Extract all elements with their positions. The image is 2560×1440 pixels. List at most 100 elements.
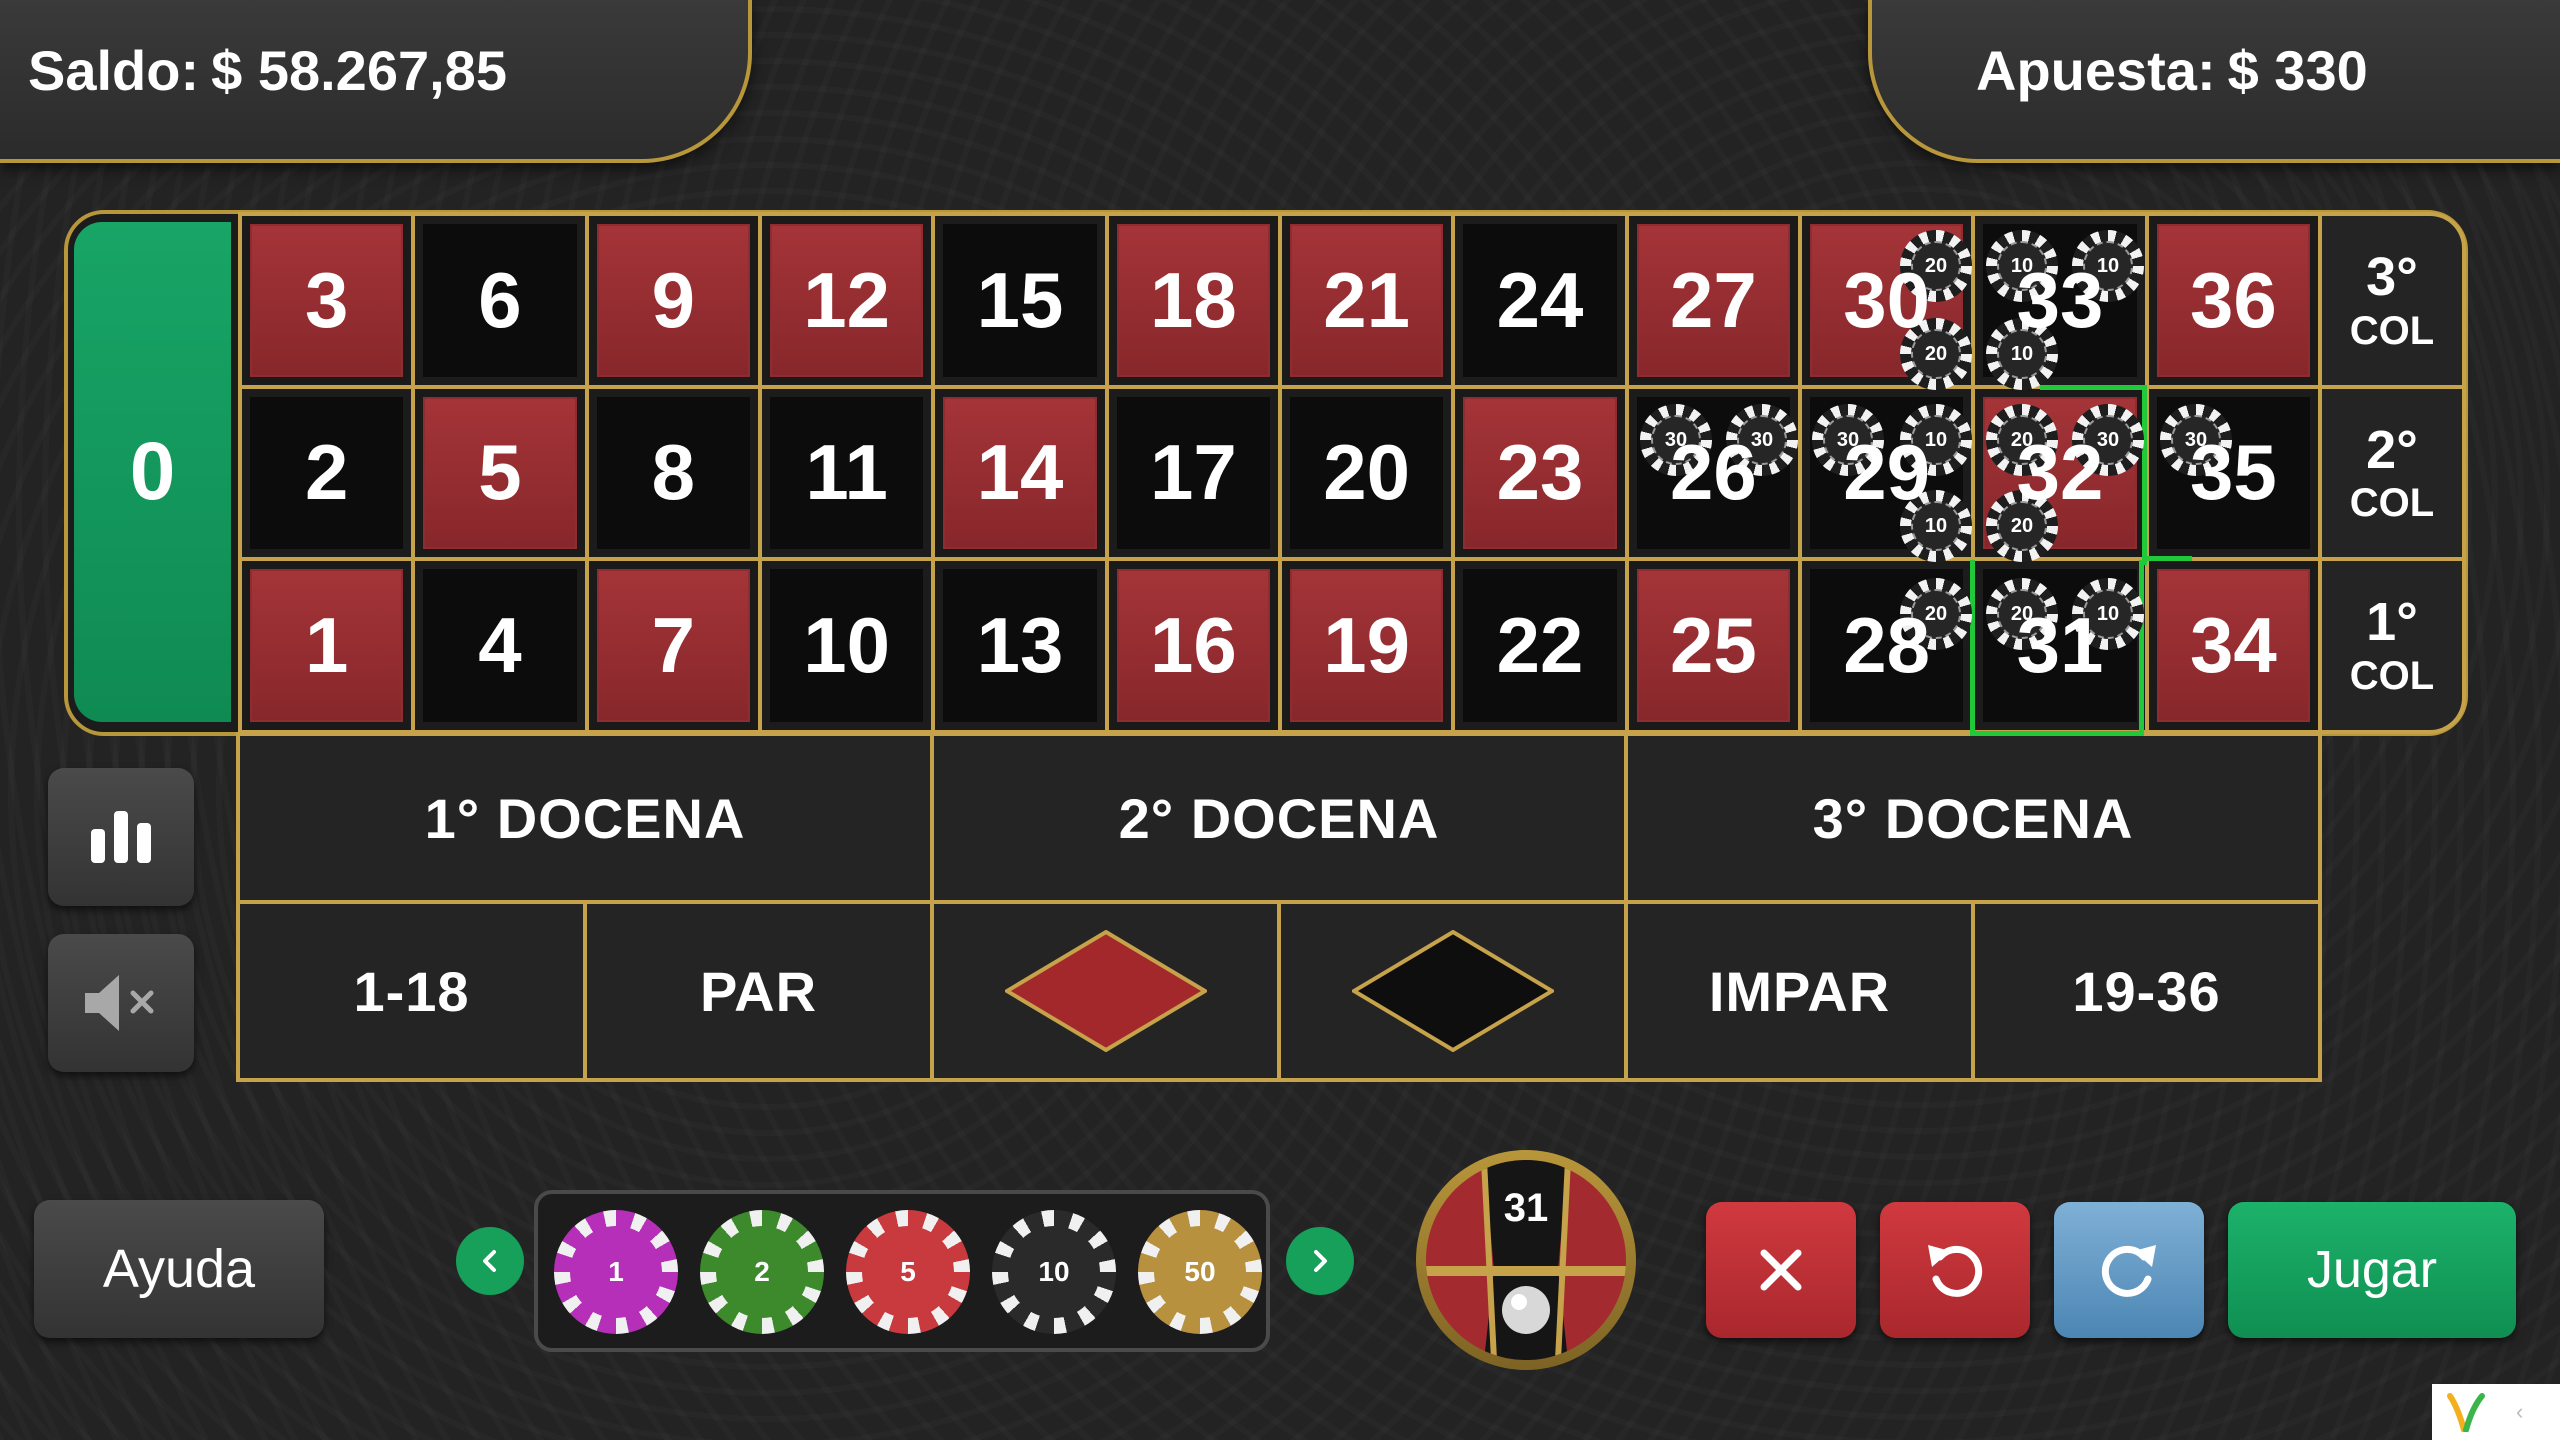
bet-zero[interactable]: 0	[74, 222, 231, 722]
placed-chip-value: 30	[1750, 428, 1774, 451]
chips-next-button[interactable]	[1286, 1227, 1354, 1295]
help-button[interactable]: Ayuda	[34, 1200, 324, 1338]
number-label: 25	[1669, 601, 1757, 690]
bet-high[interactable]: 19-36	[1975, 904, 2318, 1078]
bet-number-25[interactable]: 25	[1628, 561, 1798, 730]
chips-prev-button[interactable]	[456, 1227, 524, 1295]
bet-number-9[interactable]: 9	[588, 216, 758, 385]
bet-number-7[interactable]: 7	[588, 561, 758, 730]
bet-number-34[interactable]: 34	[2148, 561, 2318, 730]
number-label: 3	[304, 255, 349, 344]
bet-number-12[interactable]: 12	[761, 216, 932, 385]
undo-button[interactable]	[1880, 1202, 2030, 1338]
bet-number-8[interactable]: 8	[588, 388, 758, 558]
number-label: 36	[2189, 255, 2277, 344]
bet-black[interactable]	[1281, 904, 1624, 1078]
number-label: 28	[1843, 601, 1931, 690]
bet-number-11[interactable]: 11	[761, 388, 932, 558]
speaker-muted-icon	[85, 975, 154, 1031]
bet-dozen-1[interactable]: 1° DOCENA	[240, 736, 930, 900]
bet-number-2[interactable]: 2	[242, 388, 412, 558]
bet-number-20[interactable]: 20	[1281, 388, 1452, 558]
chip-5[interactable]: 5	[846, 1210, 970, 1334]
bet-number-22[interactable]: 22	[1455, 561, 1625, 730]
number-label: 20	[1323, 428, 1411, 517]
last-result-wheel: 31	[1416, 1150, 1636, 1370]
placed-chip-value: 30	[2184, 428, 2208, 451]
number-label: 22	[1496, 601, 1584, 690]
column-1-label: COL	[2349, 654, 2435, 698]
number-label: 9	[651, 255, 696, 344]
bet-red[interactable]	[934, 904, 1277, 1078]
chip-1[interactable]: 1	[554, 1210, 678, 1334]
placed-chip-value: 20	[1924, 602, 1948, 625]
bet-number-17[interactable]: 17	[1108, 388, 1278, 558]
column-bets: 3° COL 2° COL 1° COL	[2322, 212, 2466, 734]
placed-chip-value: 10	[2096, 254, 2120, 277]
bet-column-1[interactable]: 1° COL	[2322, 561, 2462, 730]
column-2-number: 2°	[2366, 419, 2418, 480]
placed-chip-value: 20	[2010, 514, 2034, 537]
bet-number-18[interactable]: 18	[1108, 216, 1278, 385]
bar-chart-icon	[91, 811, 151, 863]
chip-50[interactable]: 50	[1138, 1210, 1262, 1334]
number-label: 5	[478, 428, 522, 517]
clear-bets-button[interactable]	[1706, 1202, 1856, 1338]
bet-number-1[interactable]: 1	[242, 561, 412, 730]
balance-display: Saldo: $ 58.267,85	[28, 38, 507, 103]
bet-dozen-2[interactable]: 2° DOCENA	[934, 736, 1624, 900]
bet-column-3[interactable]: 3° COL	[2322, 216, 2462, 385]
bet-even[interactable]: PAR	[587, 904, 930, 1078]
bet-column-2[interactable]: 2° COL	[2322, 388, 2462, 558]
bet-number-27[interactable]: 27	[1628, 216, 1798, 385]
statistics-button[interactable]	[48, 768, 194, 906]
number-label: 11	[805, 428, 888, 517]
bet-odd[interactable]: IMPAR	[1628, 904, 1971, 1078]
placed-chip-value: 10	[1924, 514, 1948, 537]
chip-2[interactable]: 2	[700, 1210, 824, 1334]
number-label: 13	[976, 601, 1064, 690]
mute-button[interactable]	[48, 934, 194, 1072]
bet-number-24[interactable]: 24	[1455, 216, 1625, 385]
dozen-bets: 1° DOCENA 2° DOCENA 3° DOCENA	[236, 732, 2322, 904]
number-label: 21	[1323, 255, 1411, 344]
bet-highlight-edge	[2142, 385, 2147, 565]
number-label: 24	[1496, 255, 1584, 344]
placed-chip-value: 10	[1924, 428, 1948, 451]
bet-number-23[interactable]: 23	[1455, 388, 1625, 558]
balance-value: $ 58.267,85	[211, 39, 507, 102]
placed-chip-value: 10	[2010, 254, 2034, 277]
bet-number-13[interactable]: 13	[935, 561, 1105, 730]
bet-highlight-edge	[2040, 385, 2146, 390]
chip-value: 2	[754, 1256, 770, 1287]
bet-low[interactable]: 1-18	[240, 904, 583, 1078]
number-label: 14	[976, 428, 1064, 517]
corner-widget[interactable]: ‹	[2432, 1384, 2560, 1440]
wheel-pocket: 31	[1426, 1160, 1626, 1360]
bet-number-4[interactable]: 4	[415, 561, 585, 730]
balance-label: Saldo:	[28, 39, 200, 102]
collapse-chevron-icon: ‹	[2516, 1399, 2524, 1424]
bet-number-16[interactable]: 16	[1108, 561, 1278, 730]
bet-dozen-3[interactable]: 3° DOCENA	[1628, 736, 2318, 900]
bet-number-14[interactable]: 14	[935, 388, 1105, 558]
redo-button[interactable]	[2054, 1202, 2204, 1338]
bet-number-36[interactable]: 36	[2148, 216, 2318, 385]
chip-value: 10	[1038, 1256, 1070, 1287]
bet-number-21[interactable]: 21	[1281, 216, 1452, 385]
chip-value: 1	[608, 1256, 624, 1287]
play-button[interactable]: Jugar	[2228, 1202, 2516, 1338]
bet-number-19[interactable]: 19	[1281, 561, 1452, 730]
bet-display: Apuesta: $ 330	[1976, 38, 2368, 103]
close-icon	[1760, 1249, 1802, 1291]
bet-number-5[interactable]: 5	[415, 388, 585, 558]
bet-number-10[interactable]: 10	[761, 561, 932, 730]
number-label: 18	[1149, 255, 1237, 344]
bet-number-15[interactable]: 15	[935, 216, 1105, 385]
chip-10[interactable]: 10	[992, 1210, 1116, 1334]
number-label: 4	[478, 601, 522, 690]
bet-number-3[interactable]: 3	[242, 216, 412, 385]
chevron-right-icon	[1314, 1250, 1327, 1272]
bet-number-6[interactable]: 6	[415, 216, 585, 385]
column-2-label: COL	[2349, 481, 2435, 526]
